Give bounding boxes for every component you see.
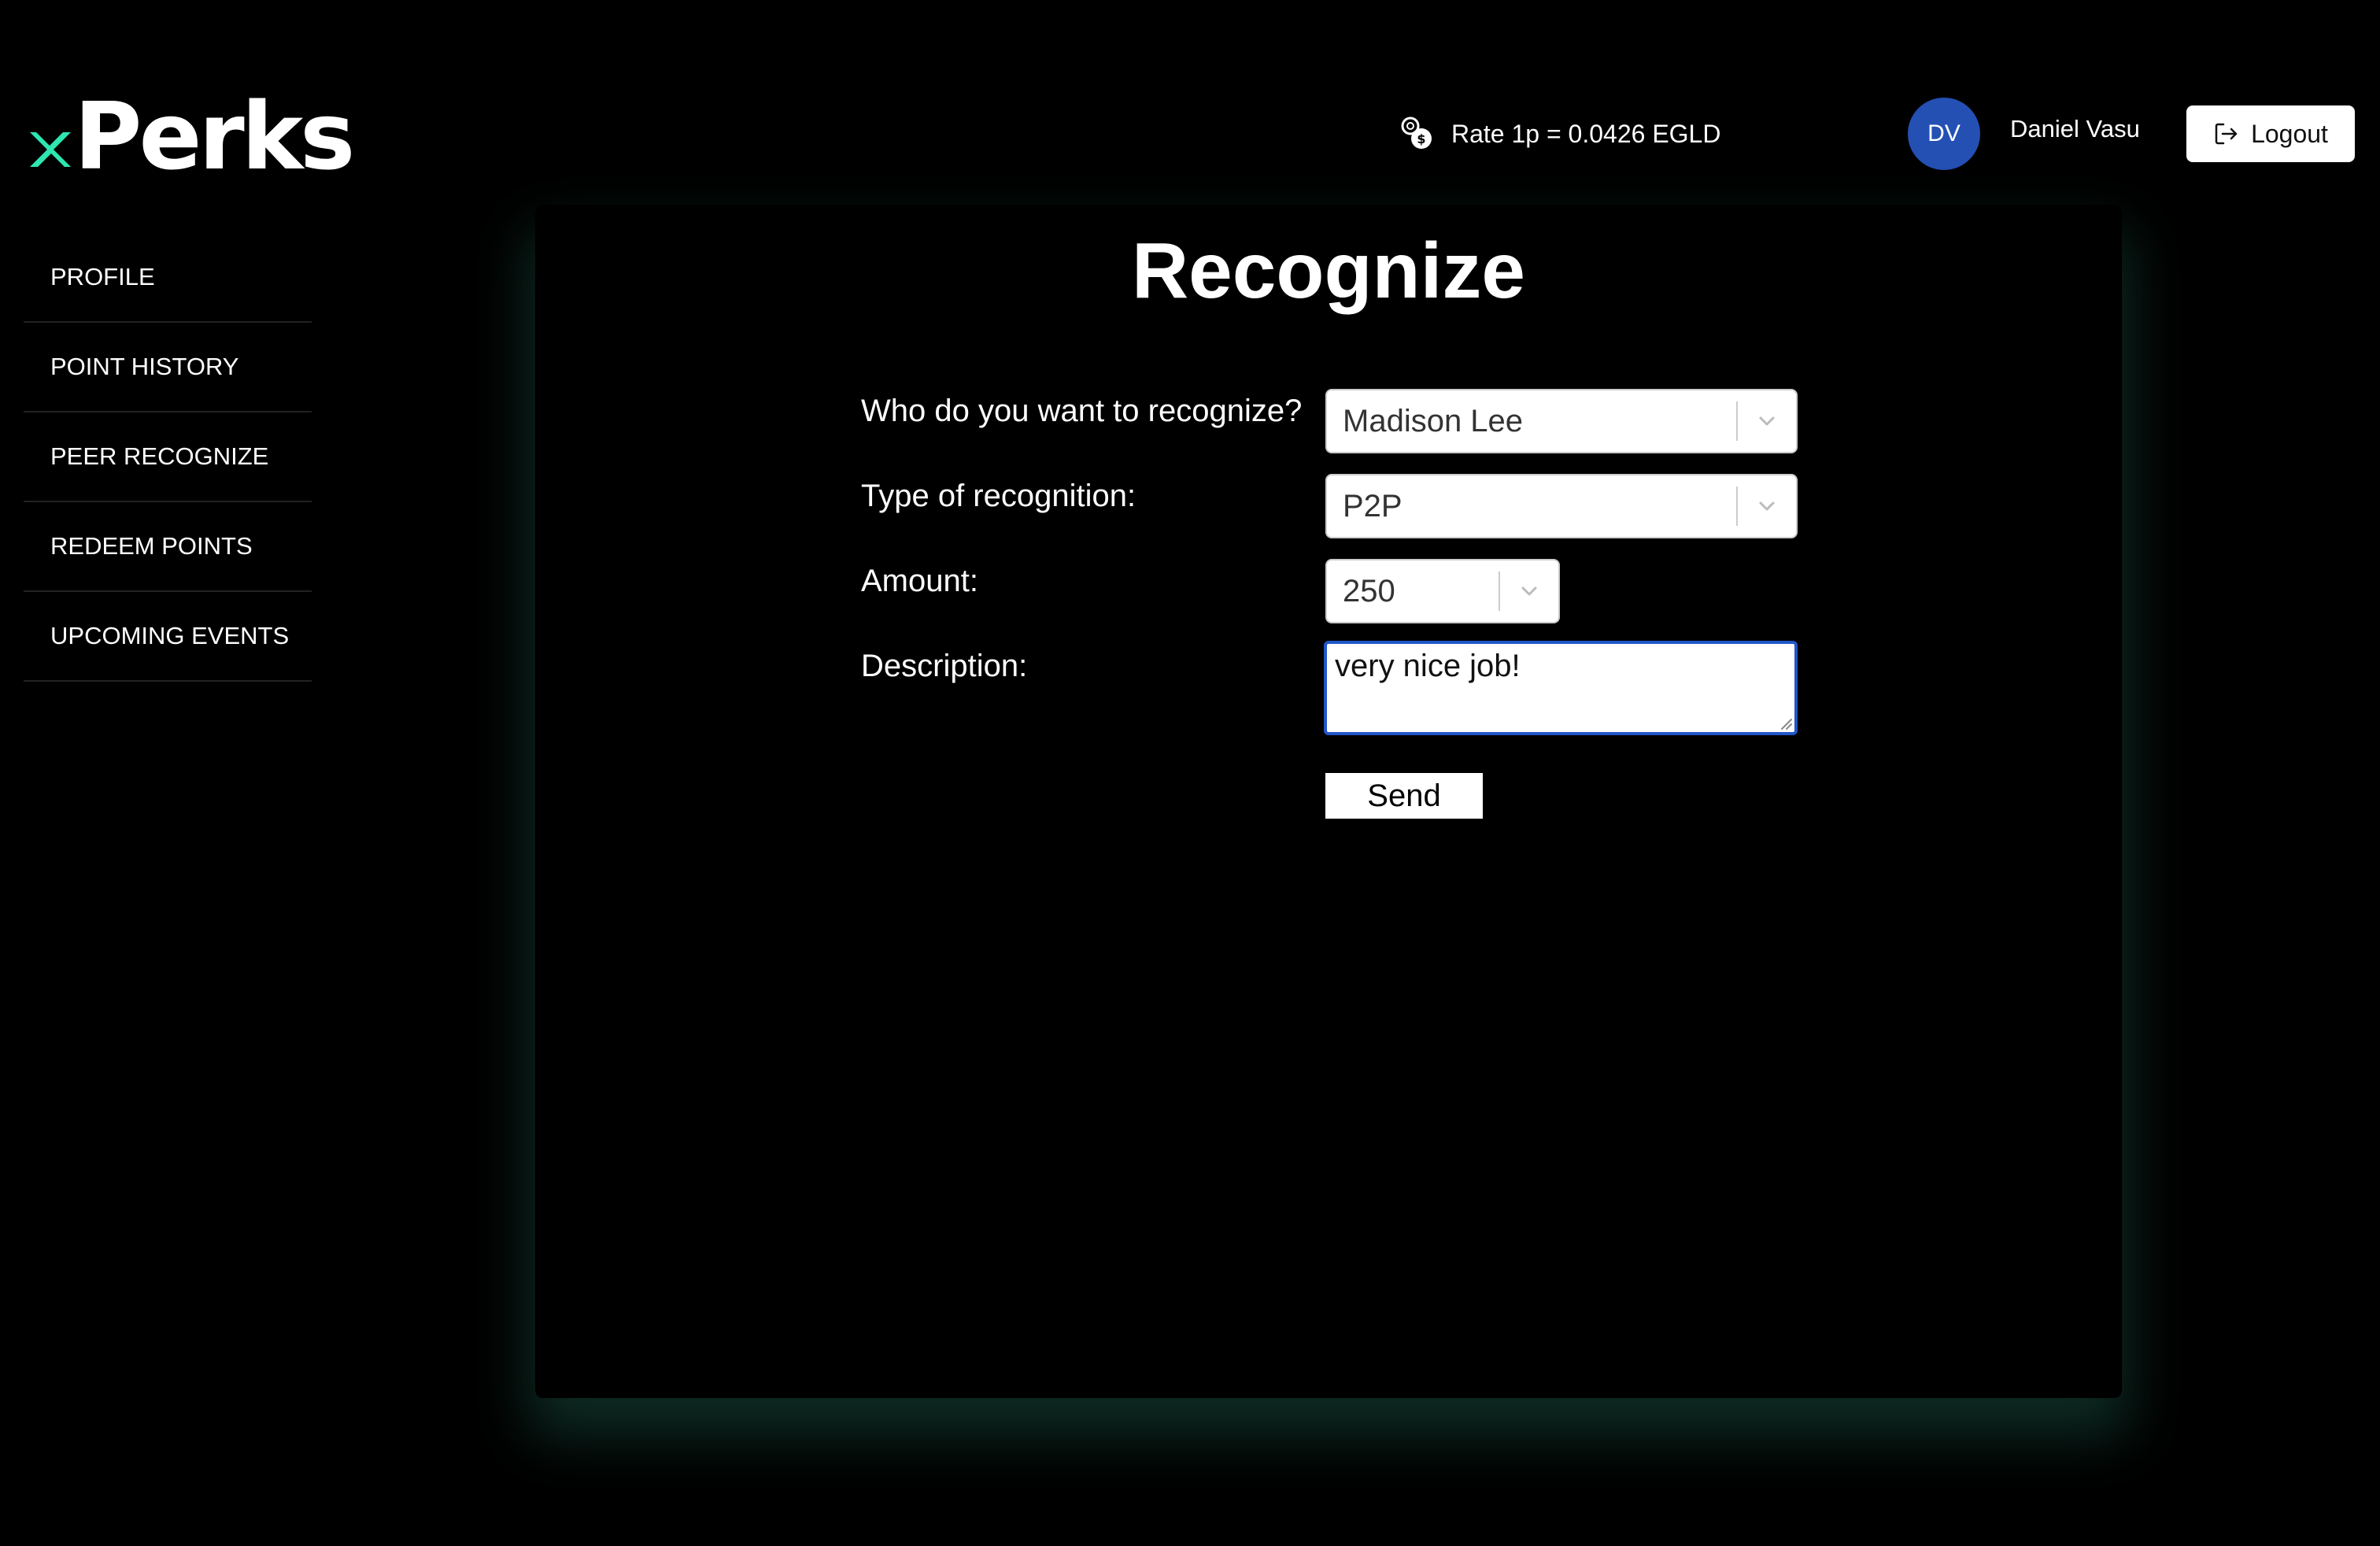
resize-grip-icon[interactable] [1777,715,1793,730]
exchange-rate: $ Rate 1p = 0.0426 EGLD [1399,110,1720,157]
chevron-down-icon[interactable] [1500,580,1558,602]
chevron-down-icon[interactable] [1738,495,1796,517]
recipient-label: Who do you want to recognize? [861,394,1303,428]
user-name: Daniel Vasu [2010,115,2140,142]
type-select[interactable]: P2P [1325,474,1798,538]
sidebar-item-label: UPCOMING EVENTS [50,622,290,649]
avatar[interactable]: DV [1908,98,1980,170]
sidebar-item-peer-recognize[interactable]: PEER RECOGNIZE [24,412,312,502]
sidebar-item-label: POINT HISTORY [50,353,239,380]
logout-button[interactable]: Logout [2186,105,2355,162]
logo-x-icon [30,132,71,167]
sidebar-item-point-history[interactable]: POINT HISTORY [24,323,312,412]
page-title: Recognize [1131,227,1526,315]
recipient-select[interactable]: Madison Lee [1325,389,1798,453]
sidebar-item-profile[interactable]: PROFILE [24,233,312,323]
sidebar-nav: PROFILE POINT HISTORY PEER RECOGNIZE RED… [24,233,312,682]
type-label: Type of recognition: [861,479,1136,513]
logout-label: Logout [2251,119,2328,148]
sidebar-item-label: PEER RECOGNIZE [50,442,269,470]
sidebar-item-redeem-points[interactable]: REDEEM POINTS [24,502,312,592]
logo-text: Perks [74,82,355,190]
sidebar-item-label: PROFILE [50,263,155,290]
amount-label: Amount: [861,564,978,598]
sidebar-item-label: REDEEM POINTS [50,532,253,560]
description-label: Description: [861,649,1028,683]
sidebar-item-upcoming-events[interactable]: UPCOMING EVENTS [24,592,312,682]
rate-label: Rate 1p = 0.0426 EGLD [1451,119,1721,148]
type-value: P2P [1343,488,1402,523]
logout-icon [2215,123,2238,145]
svg-text:$: $ [1417,131,1425,146]
app-logo[interactable]: Perks [27,82,355,190]
avatar-initials: DV [1927,120,1961,146]
send-button[interactable]: Send [1325,773,1483,819]
chevron-down-icon[interactable] [1738,410,1796,432]
description-textarea[interactable]: very nice job! [1324,641,1798,735]
coins-icon: $ [1401,117,1432,149]
recipient-value: Madison Lee [1343,403,1524,438]
amount-value: 250 [1343,573,1395,608]
amount-select[interactable]: 250 [1325,559,1560,623]
